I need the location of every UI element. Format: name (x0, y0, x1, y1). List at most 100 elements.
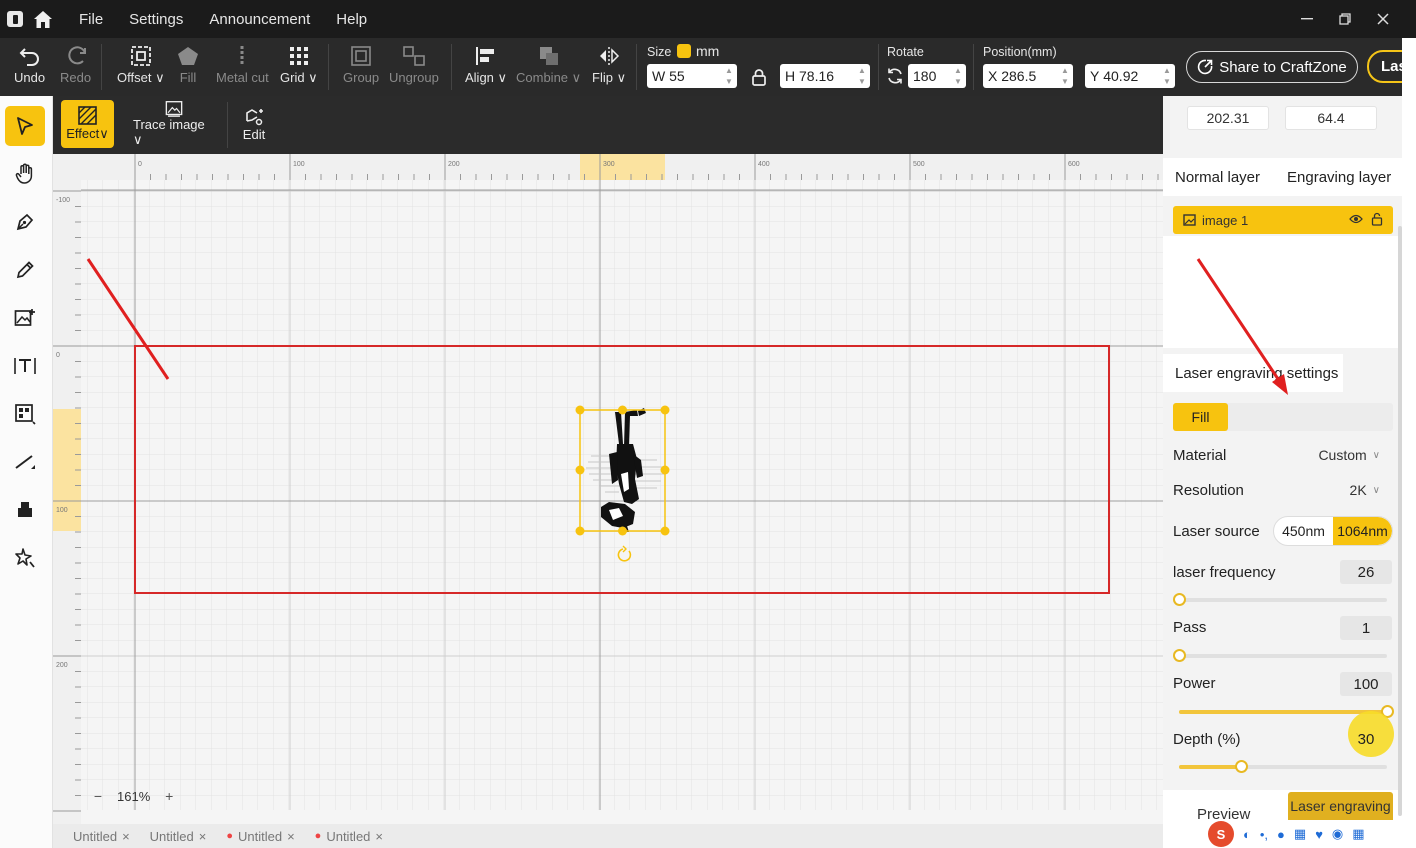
menu-help[interactable]: Help (336, 11, 367, 28)
edit-image-button[interactable]: Edit (239, 100, 269, 148)
close-tab-icon[interactable]: × (287, 829, 295, 844)
height-field[interactable]: H 78.16 ▲ ▼ (780, 64, 870, 88)
x-position-field[interactable]: X 286.5 ▲ ▼ (983, 64, 1073, 88)
tab-normal-layer[interactable]: Normal layer (1175, 169, 1260, 186)
fill-mode-tab[interactable]: Fill (1173, 403, 1228, 431)
depth-input[interactable]: 30 (1340, 727, 1392, 751)
pen-tool[interactable] (5, 202, 45, 242)
tab-engraving-layer[interactable]: Engraving layer (1287, 169, 1391, 186)
pan-tool[interactable] (5, 154, 45, 194)
resolution-select[interactable]: 2K ∨ (1350, 482, 1380, 498)
menu-settings[interactable]: Settings (129, 11, 183, 28)
slider-knob[interactable] (1235, 760, 1249, 773)
group-button[interactable]: Group (343, 42, 379, 85)
close-tab-icon[interactable]: × (122, 829, 130, 844)
pass-input[interactable]: 1 (1340, 616, 1392, 640)
lock-icon[interactable] (750, 68, 768, 91)
ungroup-button[interactable]: Ungroup (389, 42, 439, 85)
frequency-input[interactable]: 26 (1340, 560, 1392, 584)
stepper-arrows-icon[interactable]: ▲ ▼ (1162, 66, 1172, 86)
document-tab[interactable]: Untitled × (150, 829, 207, 844)
unit-toggle-icon[interactable] (677, 44, 691, 58)
select-tool[interactable] (5, 106, 45, 146)
y-position-field[interactable]: Y 40.92 ▲ ▼ (1085, 64, 1175, 88)
close-tab-icon[interactable]: × (375, 829, 383, 844)
zoom-in-icon[interactable]: + (160, 787, 178, 805)
trace-image-icon (165, 101, 183, 117)
add-image-icon (14, 309, 35, 326)
offset-button[interactable]: Offset ∨ (117, 42, 165, 86)
effect-button[interactable]: Effect∨ (61, 100, 114, 148)
eye-icon[interactable] (1349, 214, 1363, 224)
restore-icon[interactable] (1326, 0, 1364, 38)
fill-button[interactable]: Fill (177, 42, 199, 85)
flip-button[interactable]: Flip ∨ (592, 42, 626, 86)
design-canvas[interactable]: 0 100 200 300 400 500 600 -100 0 100 200 (53, 154, 1163, 824)
slider-knob[interactable] (1173, 593, 1186, 606)
depth-slider[interactable] (1179, 760, 1387, 773)
align-label: Align (465, 70, 494, 85)
power-slider[interactable] (1179, 705, 1394, 718)
width-field[interactable]: W 55 ▲ ▼ (647, 64, 737, 88)
chinese-input-icon[interactable]: ◐ (1243, 827, 1251, 842)
document-tab[interactable]: ● Untitled × (315, 829, 383, 844)
text-tool[interactable] (5, 346, 45, 386)
align-button[interactable]: Align ∨ (465, 42, 507, 86)
power-input[interactable]: 100 (1340, 672, 1392, 696)
zoom-out-icon[interactable]: − (89, 787, 107, 805)
barcode-tool[interactable] (5, 394, 45, 434)
microphone-icon[interactable]: ● (1277, 827, 1285, 842)
slider-knob[interactable] (1173, 649, 1186, 662)
close-tab-icon[interactable]: × (199, 829, 207, 844)
pencil-tool[interactable] (5, 250, 45, 290)
sparkle-icon (15, 548, 35, 568)
unsaved-dot-icon: ● (226, 830, 233, 842)
diameter-field[interactable]: 64.4 (1285, 106, 1377, 130)
unsaved-dot-icon: ● (314, 830, 322, 842)
stepper-arrows-icon[interactable]: ▲ ▼ (953, 66, 963, 86)
app-window: File Settings Announcement Help Undo Red… (0, 0, 1416, 848)
keyboard-icon[interactable]: ▦ (1294, 826, 1306, 842)
line-tool[interactable] (5, 442, 45, 482)
trace-image-button[interactable]: Trace image ∨ (133, 100, 215, 148)
grid-button[interactable]: Grid ∨ (280, 42, 318, 86)
unlock-icon[interactable] (1371, 212, 1383, 226)
ruler-label: 500 (913, 161, 925, 168)
skin-icon[interactable]: ♥ (1315, 827, 1323, 842)
punctuation-icon[interactable]: •, (1260, 827, 1268, 842)
layer-row[interactable]: image 1 (1173, 206, 1393, 234)
source-1064-option[interactable]: 1064nm (1333, 517, 1392, 545)
menu-announcement[interactable]: Announcement (209, 11, 310, 28)
document-tab[interactable]: Untitled × (73, 829, 130, 844)
perimeter-field[interactable]: 202.31 (1187, 106, 1269, 130)
diameter-value: 64.4 (1317, 110, 1345, 126)
material-select[interactable]: Custom ∨ (1318, 447, 1380, 463)
redo-label: Redo (60, 70, 92, 85)
left-tool-strip (0, 96, 53, 848)
redo-button[interactable]: Redo (60, 42, 91, 85)
image-tool[interactable] (5, 298, 45, 338)
minimize-icon[interactable] (1288, 0, 1326, 38)
effects-tool[interactable] (5, 538, 45, 578)
combine-button[interactable]: Combine ∨ (516, 42, 581, 86)
close-icon[interactable] (1364, 0, 1402, 38)
rotate-field[interactable]: 180 ▲ ▼ (908, 64, 966, 88)
chat-icon[interactable]: ◉ (1332, 826, 1343, 842)
undo-button[interactable]: Undo (14, 42, 45, 85)
source-450-option[interactable]: 450nm (1274, 517, 1333, 545)
pass-slider[interactable] (1173, 649, 1387, 662)
input-method-logo-icon[interactable]: S (1208, 821, 1234, 847)
metal-cut-button[interactable]: Metal cut (216, 42, 269, 85)
stepper-arrows-icon[interactable]: ▲ ▼ (857, 66, 867, 86)
tab-label: Untitled (149, 828, 194, 844)
home-icon[interactable] (33, 9, 53, 29)
apps-icon[interactable]: ▦ (1352, 826, 1364, 842)
shape-tool[interactable] (5, 490, 45, 530)
menu-file[interactable]: File (79, 11, 103, 28)
stepper-arrows-icon[interactable]: ▲ ▼ (724, 66, 734, 86)
document-tab[interactable]: ● Untitled × (226, 829, 294, 844)
stepper-arrows-icon[interactable]: ▲ ▼ (1060, 66, 1070, 86)
frequency-slider[interactable] (1173, 593, 1387, 606)
ruler-label: 100 (56, 507, 68, 514)
share-to-craftzone-button[interactable]: Share to CraftZone (1186, 51, 1358, 83)
